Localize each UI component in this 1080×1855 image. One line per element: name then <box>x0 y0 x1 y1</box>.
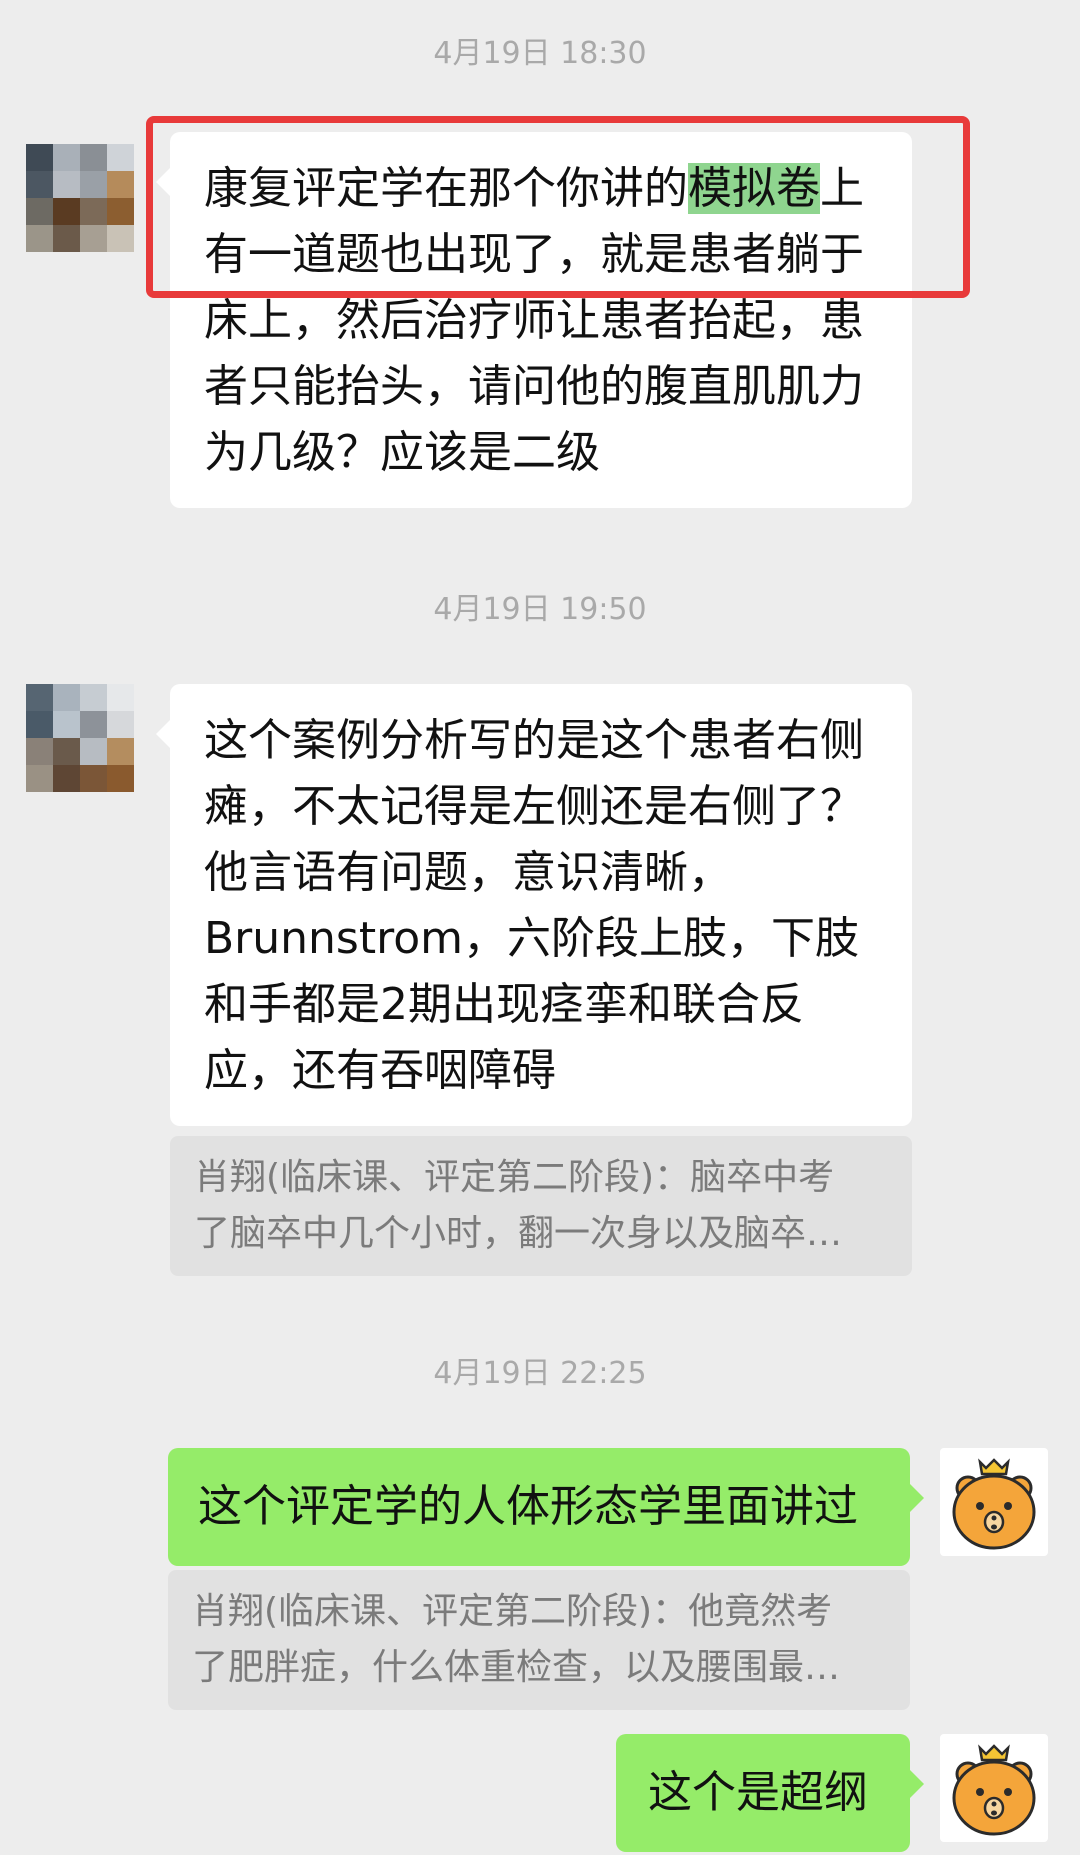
pixelated-avatar-icon <box>26 144 134 252</box>
annotation-highlight-box <box>146 116 970 298</box>
timestamp: 4月19日 19:50 <box>433 592 647 627</box>
bear-face-icon <box>952 1744 1036 1836</box>
outgoing-message-bubble[interactable]: 这个评定学的人体形态学里面讲过 <box>168 1448 924 1566</box>
message-text: 这个案例分析写的是这个患者右侧瘫，不太记得是左侧还是右侧了？他言语有问题，意识清… <box>204 715 864 1096</box>
outgoing-message-bubble[interactable]: 这个是超纲 <box>616 1734 924 1852</box>
quoted-text: 肖翔(临床课、评定第二阶段)：他竟然考 <box>192 1591 833 1632</box>
self-avatar[interactable] <box>940 1448 1048 1556</box>
bear-face-icon <box>952 1458 1036 1550</box>
self-avatar[interactable] <box>940 1734 1048 1842</box>
pixelated-avatar-icon <box>26 684 134 792</box>
message-text: 这个是超纲 <box>648 1767 868 1818</box>
quoted-reply[interactable]: 肖翔(临床课、评定第二阶段)：他竟然考 了肥胖症，什么体重检查，以及腰围最… <box>168 1570 910 1710</box>
quoted-text: 了脑卒中几个小时，翻一次身以及脑卒… <box>194 1213 843 1254</box>
quoted-reply[interactable]: 肖翔(临床课、评定第二阶段)：脑卒中考 了脑卒中几个小时，翻一次身以及脑卒… <box>170 1136 912 1276</box>
message-text: 这个评定学的人体形态学里面讲过 <box>198 1481 858 1532</box>
incoming-message-bubble[interactable]: 这个案例分析写的是这个患者右侧瘫，不太记得是左侧还是右侧了？他言语有问题，意识清… <box>156 684 912 1126</box>
quoted-text: 肖翔(临床课、评定第二阶段)：脑卒中考 <box>194 1157 835 1198</box>
timestamp: 4月19日 22:25 <box>433 1356 647 1391</box>
contact-avatar[interactable] <box>26 684 134 792</box>
contact-avatar[interactable] <box>26 144 134 252</box>
quoted-text: 了肥胖症，什么体重检查，以及腰围最… <box>192 1647 841 1688</box>
timestamp: 4月19日 18:30 <box>433 36 647 71</box>
